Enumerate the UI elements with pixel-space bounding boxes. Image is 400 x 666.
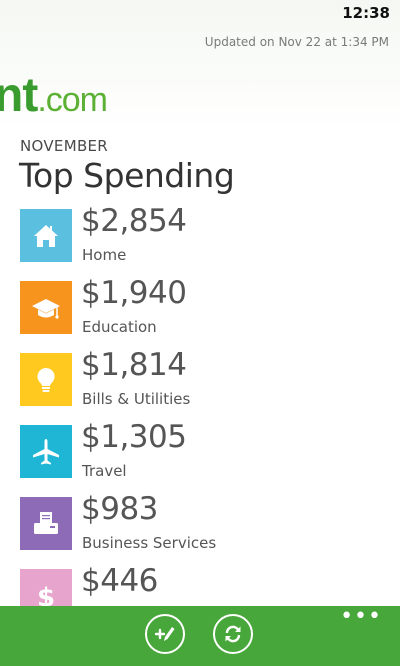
month-label: NOVEMBER bbox=[20, 137, 109, 155]
refresh-icon bbox=[225, 625, 241, 643]
airplane-icon bbox=[33, 438, 59, 464]
bills-utilities-tile bbox=[20, 353, 72, 406]
spending-amount: $983 bbox=[81, 491, 158, 527]
spending-item-home[interactable]: $2,854 Home bbox=[20, 203, 390, 281]
updated-timestamp: Updated on Nov 22 at 1:34 PM bbox=[204, 35, 389, 49]
education-tile bbox=[20, 281, 72, 334]
spending-list: $2,854 Home $1,940 Education $1,814 Bill… bbox=[20, 203, 390, 641]
spending-item-bills-utilities[interactable]: $1,814 Bills & Utilities bbox=[20, 347, 390, 425]
page-title: Top Spending bbox=[19, 156, 235, 195]
edit-icon bbox=[154, 627, 175, 641]
brand-part-1: nt bbox=[0, 69, 38, 122]
app-bar: ••• bbox=[0, 606, 400, 666]
spending-item-business-services[interactable]: $983 Business Services bbox=[20, 491, 390, 569]
spending-amount: $1,940 bbox=[81, 275, 187, 311]
brand-logo: nt.com bbox=[0, 68, 108, 128]
business-services-tile bbox=[20, 497, 72, 550]
brand-part-2: .com bbox=[37, 81, 108, 119]
refresh-button[interactable] bbox=[213, 614, 253, 654]
spending-amount: $2,854 bbox=[81, 203, 187, 239]
spending-category: Business Services bbox=[82, 534, 217, 552]
spending-amount: $1,305 bbox=[81, 419, 187, 455]
edit-button[interactable] bbox=[145, 614, 185, 654]
graduation-cap-icon bbox=[32, 298, 60, 319]
more-menu-button[interactable]: ••• bbox=[340, 606, 382, 628]
lightbulb-icon bbox=[37, 367, 55, 392]
spending-category: Home bbox=[82, 246, 127, 264]
spending-amount: $446 bbox=[81, 563, 158, 599]
spending-item-education[interactable]: $1,940 Education bbox=[20, 275, 390, 353]
spending-item-travel[interactable]: $1,305 Travel bbox=[20, 419, 390, 497]
travel-tile bbox=[20, 425, 72, 478]
status-time: 12:38 bbox=[342, 4, 390, 22]
fax-icon bbox=[34, 511, 58, 534]
spending-category: Bills & Utilities bbox=[82, 390, 191, 408]
spending-category: Education bbox=[82, 318, 157, 336]
spending-amount: $1,814 bbox=[81, 347, 187, 383]
spending-category: Travel bbox=[82, 462, 127, 480]
home-icon bbox=[34, 224, 58, 247]
home-tile bbox=[20, 209, 72, 262]
